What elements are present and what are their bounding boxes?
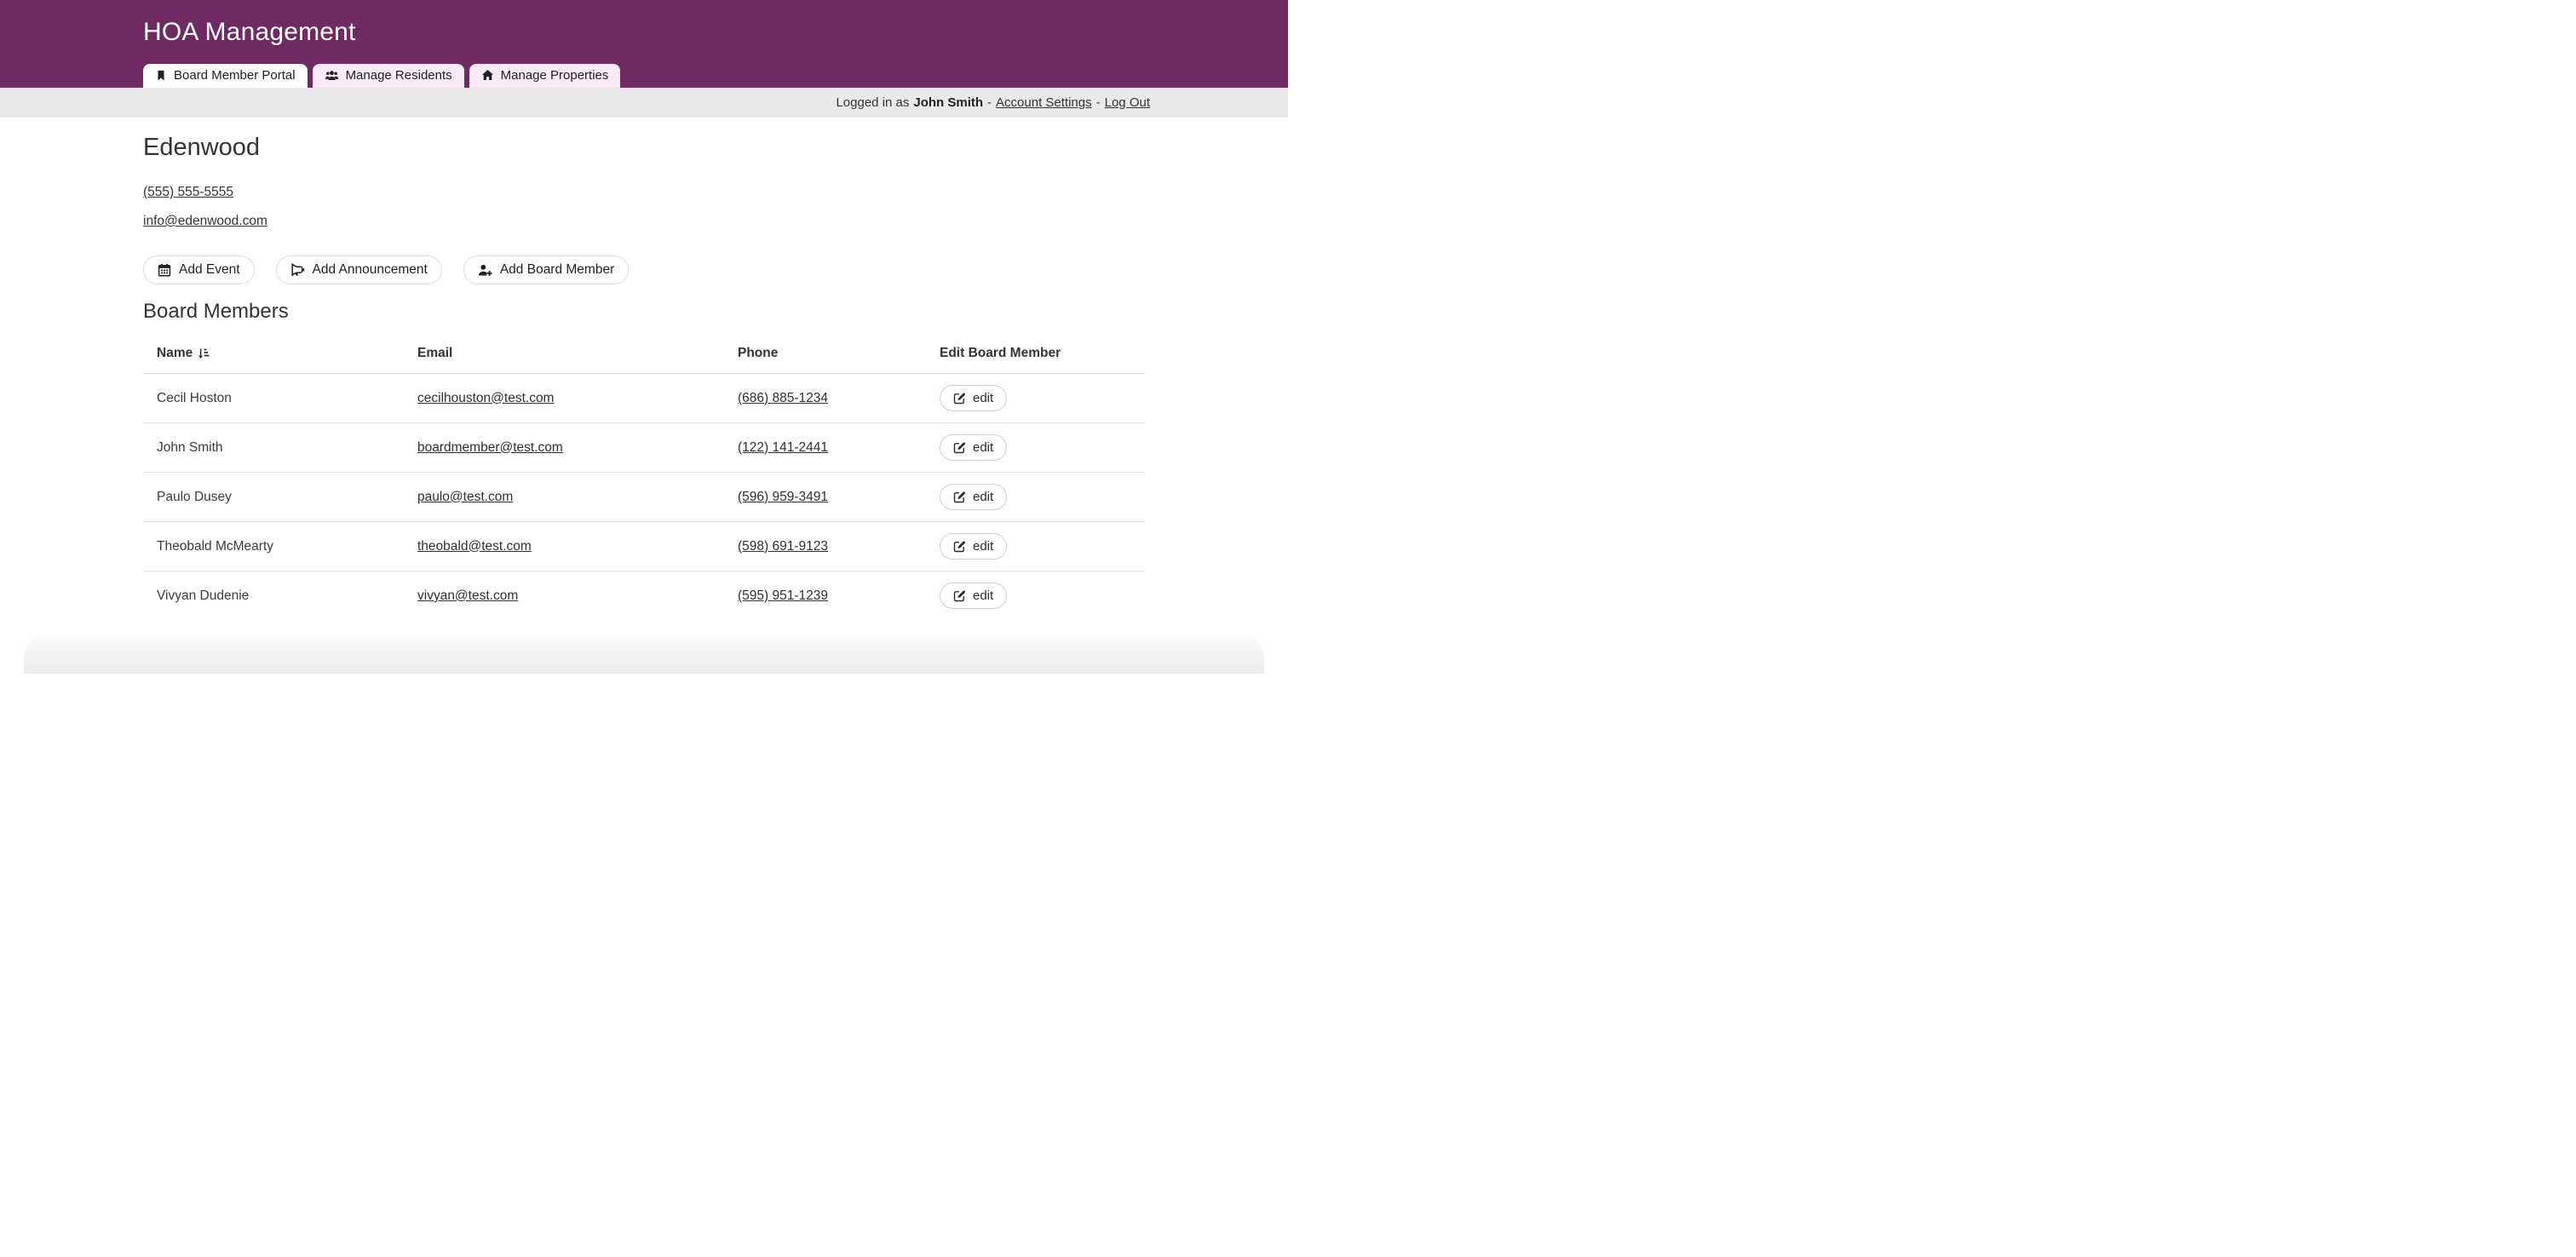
tab-manage-residents[interactable]: Manage Residents xyxy=(313,64,464,88)
separator: - xyxy=(1096,95,1101,110)
button-label: Add Event xyxy=(179,262,240,278)
tab-board-member-portal[interactable]: Board Member Portal xyxy=(143,64,308,88)
home-icon xyxy=(481,69,494,82)
user-bar: Logged in as John Smith - Account Settin… xyxy=(0,88,1288,118)
member-phone-link[interactable]: (598) 691-9123 xyxy=(738,539,828,554)
log-out-link[interactable]: Log Out xyxy=(1105,95,1150,110)
column-header-edit: Edit Board Member xyxy=(926,336,1145,374)
edit-button-label: edit xyxy=(973,539,993,554)
bullhorn-icon xyxy=(290,263,305,277)
member-phone-link[interactable]: (122) 141-2441 xyxy=(738,440,828,455)
board-members-table: Name Email Phone xyxy=(143,336,1145,621)
table-row: John Smith boardmember@test.com (122) 14… xyxy=(143,423,1145,473)
edit-pen-square-icon xyxy=(953,491,966,503)
table-row: Vivyan Dudenie vivyan@test.com (595) 951… xyxy=(143,571,1145,621)
logged-in-text: Logged in as xyxy=(836,95,909,110)
edit-member-button[interactable]: edit xyxy=(940,484,1007,510)
add-board-member-button[interactable]: Add Board Member xyxy=(463,255,629,284)
page-bottom-fade xyxy=(24,634,1264,674)
property-name-heading: Edenwood xyxy=(143,134,1145,162)
member-email-link[interactable]: cecilhouston@test.com xyxy=(417,391,554,405)
edit-member-button[interactable]: edit xyxy=(940,434,1007,461)
edit-pen-square-icon xyxy=(953,540,966,553)
table-row: Theobald McMearty theobald@test.com (598… xyxy=(143,522,1145,571)
member-phone-link[interactable]: (596) 959-3491 xyxy=(738,490,828,504)
app-title: HOA Management xyxy=(143,0,1145,47)
separator: - xyxy=(987,95,992,110)
board-members-heading: Board Members xyxy=(143,300,1145,324)
edit-pen-square-icon xyxy=(953,589,966,602)
sort-amount-down-icon[interactable] xyxy=(198,347,210,360)
account-settings-link[interactable]: Account Settings xyxy=(996,95,1092,110)
member-phone-link[interactable]: (686) 885-1234 xyxy=(738,391,828,405)
action-buttons: Add Event Add Announcement xyxy=(143,255,1145,284)
column-header-name: Name xyxy=(157,346,193,361)
property-email-link[interactable]: info@edenwood.com xyxy=(143,214,267,229)
button-label: Add Announcement xyxy=(313,262,428,278)
member-name-cell: Cecil Hoston xyxy=(143,374,404,423)
column-header-phone: Phone xyxy=(724,336,926,374)
table-header-row: Name Email Phone xyxy=(143,336,1145,374)
button-label: Add Board Member xyxy=(500,262,614,278)
main-content: Edenwood (555) 555-5555 info@edenwood.co… xyxy=(143,118,1145,621)
member-name-cell: Theobald McMearty xyxy=(143,522,404,571)
edit-member-button[interactable]: edit xyxy=(940,533,1007,560)
main-tabs: Board Member Portal Manage Residents xyxy=(143,64,620,88)
member-phone-link[interactable]: (595) 951-1239 xyxy=(738,588,828,603)
calendar-icon xyxy=(158,263,171,277)
edit-button-label: edit xyxy=(973,588,993,603)
users-icon xyxy=(325,69,339,82)
add-announcement-button[interactable]: Add Announcement xyxy=(276,255,442,284)
tab-label: Board Member Portal xyxy=(174,68,296,83)
member-name-cell: Vivyan Dudenie xyxy=(143,571,404,621)
edit-pen-square-icon xyxy=(953,441,966,454)
edit-pen-square-icon xyxy=(953,392,966,405)
property-phone-link[interactable]: (555) 555-5555 xyxy=(143,185,233,200)
edit-button-label: edit xyxy=(973,440,993,455)
member-email-link[interactable]: paulo@test.com xyxy=(417,490,513,504)
column-header-email: Email xyxy=(404,336,724,374)
bookmark-icon xyxy=(155,69,167,82)
app-header: HOA Management Board Member Portal xyxy=(0,0,1288,88)
table-row: Cecil Hoston cecilhouston@test.com (686)… xyxy=(143,374,1145,423)
edit-member-button[interactable]: edit xyxy=(940,583,1007,609)
add-event-button[interactable]: Add Event xyxy=(143,255,255,284)
user-plus-icon xyxy=(478,263,492,277)
tab-label: Manage Residents xyxy=(346,68,452,83)
member-email-link[interactable]: boardmember@test.com xyxy=(417,440,563,455)
member-name-cell: Paulo Dusey xyxy=(143,473,404,522)
edit-button-label: edit xyxy=(973,490,993,504)
member-name-cell: John Smith xyxy=(143,423,404,473)
member-email-link[interactable]: vivyan@test.com xyxy=(417,588,518,603)
tab-label: Manage Properties xyxy=(501,68,609,83)
tab-manage-properties[interactable]: Manage Properties xyxy=(469,64,621,88)
table-row: Paulo Dusey paulo@test.com (596) 959-349… xyxy=(143,473,1145,522)
edit-member-button[interactable]: edit xyxy=(940,385,1007,411)
member-email-link[interactable]: theobald@test.com xyxy=(417,539,532,554)
logged-in-user-name: John Smith xyxy=(913,95,983,110)
edit-button-label: edit xyxy=(973,391,993,405)
